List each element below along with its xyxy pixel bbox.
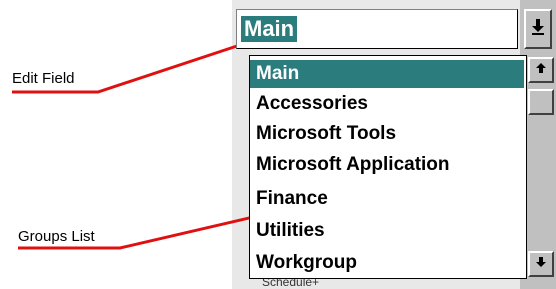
groups-list-annotation: Groups List (18, 228, 95, 245)
list-item-microsoft-application[interactable]: Microsoft Application (250, 151, 524, 179)
list-item-accessories[interactable]: Accessories (250, 90, 524, 118)
up-arrow-icon (535, 61, 547, 79)
list-item-finance[interactable]: Finance (250, 185, 524, 213)
edit-field-value[interactable]: Main (241, 16, 298, 42)
scroll-thumb[interactable] (528, 89, 554, 115)
group-combo-edit-field[interactable]: Main (236, 9, 518, 49)
down-arrow-icon (535, 255, 547, 273)
list-item-workgroup[interactable]: Workgroup (250, 249, 524, 277)
list-item-microsoft-tools[interactable]: Microsoft Tools (250, 120, 524, 148)
edit-field-annotation: Edit Field (12, 70, 75, 87)
down-arrow-underline-icon (531, 18, 545, 41)
scroll-down-button[interactable] (528, 251, 554, 277)
dropdown-button[interactable] (524, 9, 552, 49)
groups-list-scrollbar[interactable] (526, 55, 556, 279)
groups-list[interactable]: Main Accessories Microsoft Tools Microso… (249, 55, 527, 279)
list-item-main[interactable]: Main (250, 60, 524, 88)
list-item-utilities[interactable]: Utilities (250, 217, 524, 245)
scroll-up-button[interactable] (528, 57, 554, 83)
